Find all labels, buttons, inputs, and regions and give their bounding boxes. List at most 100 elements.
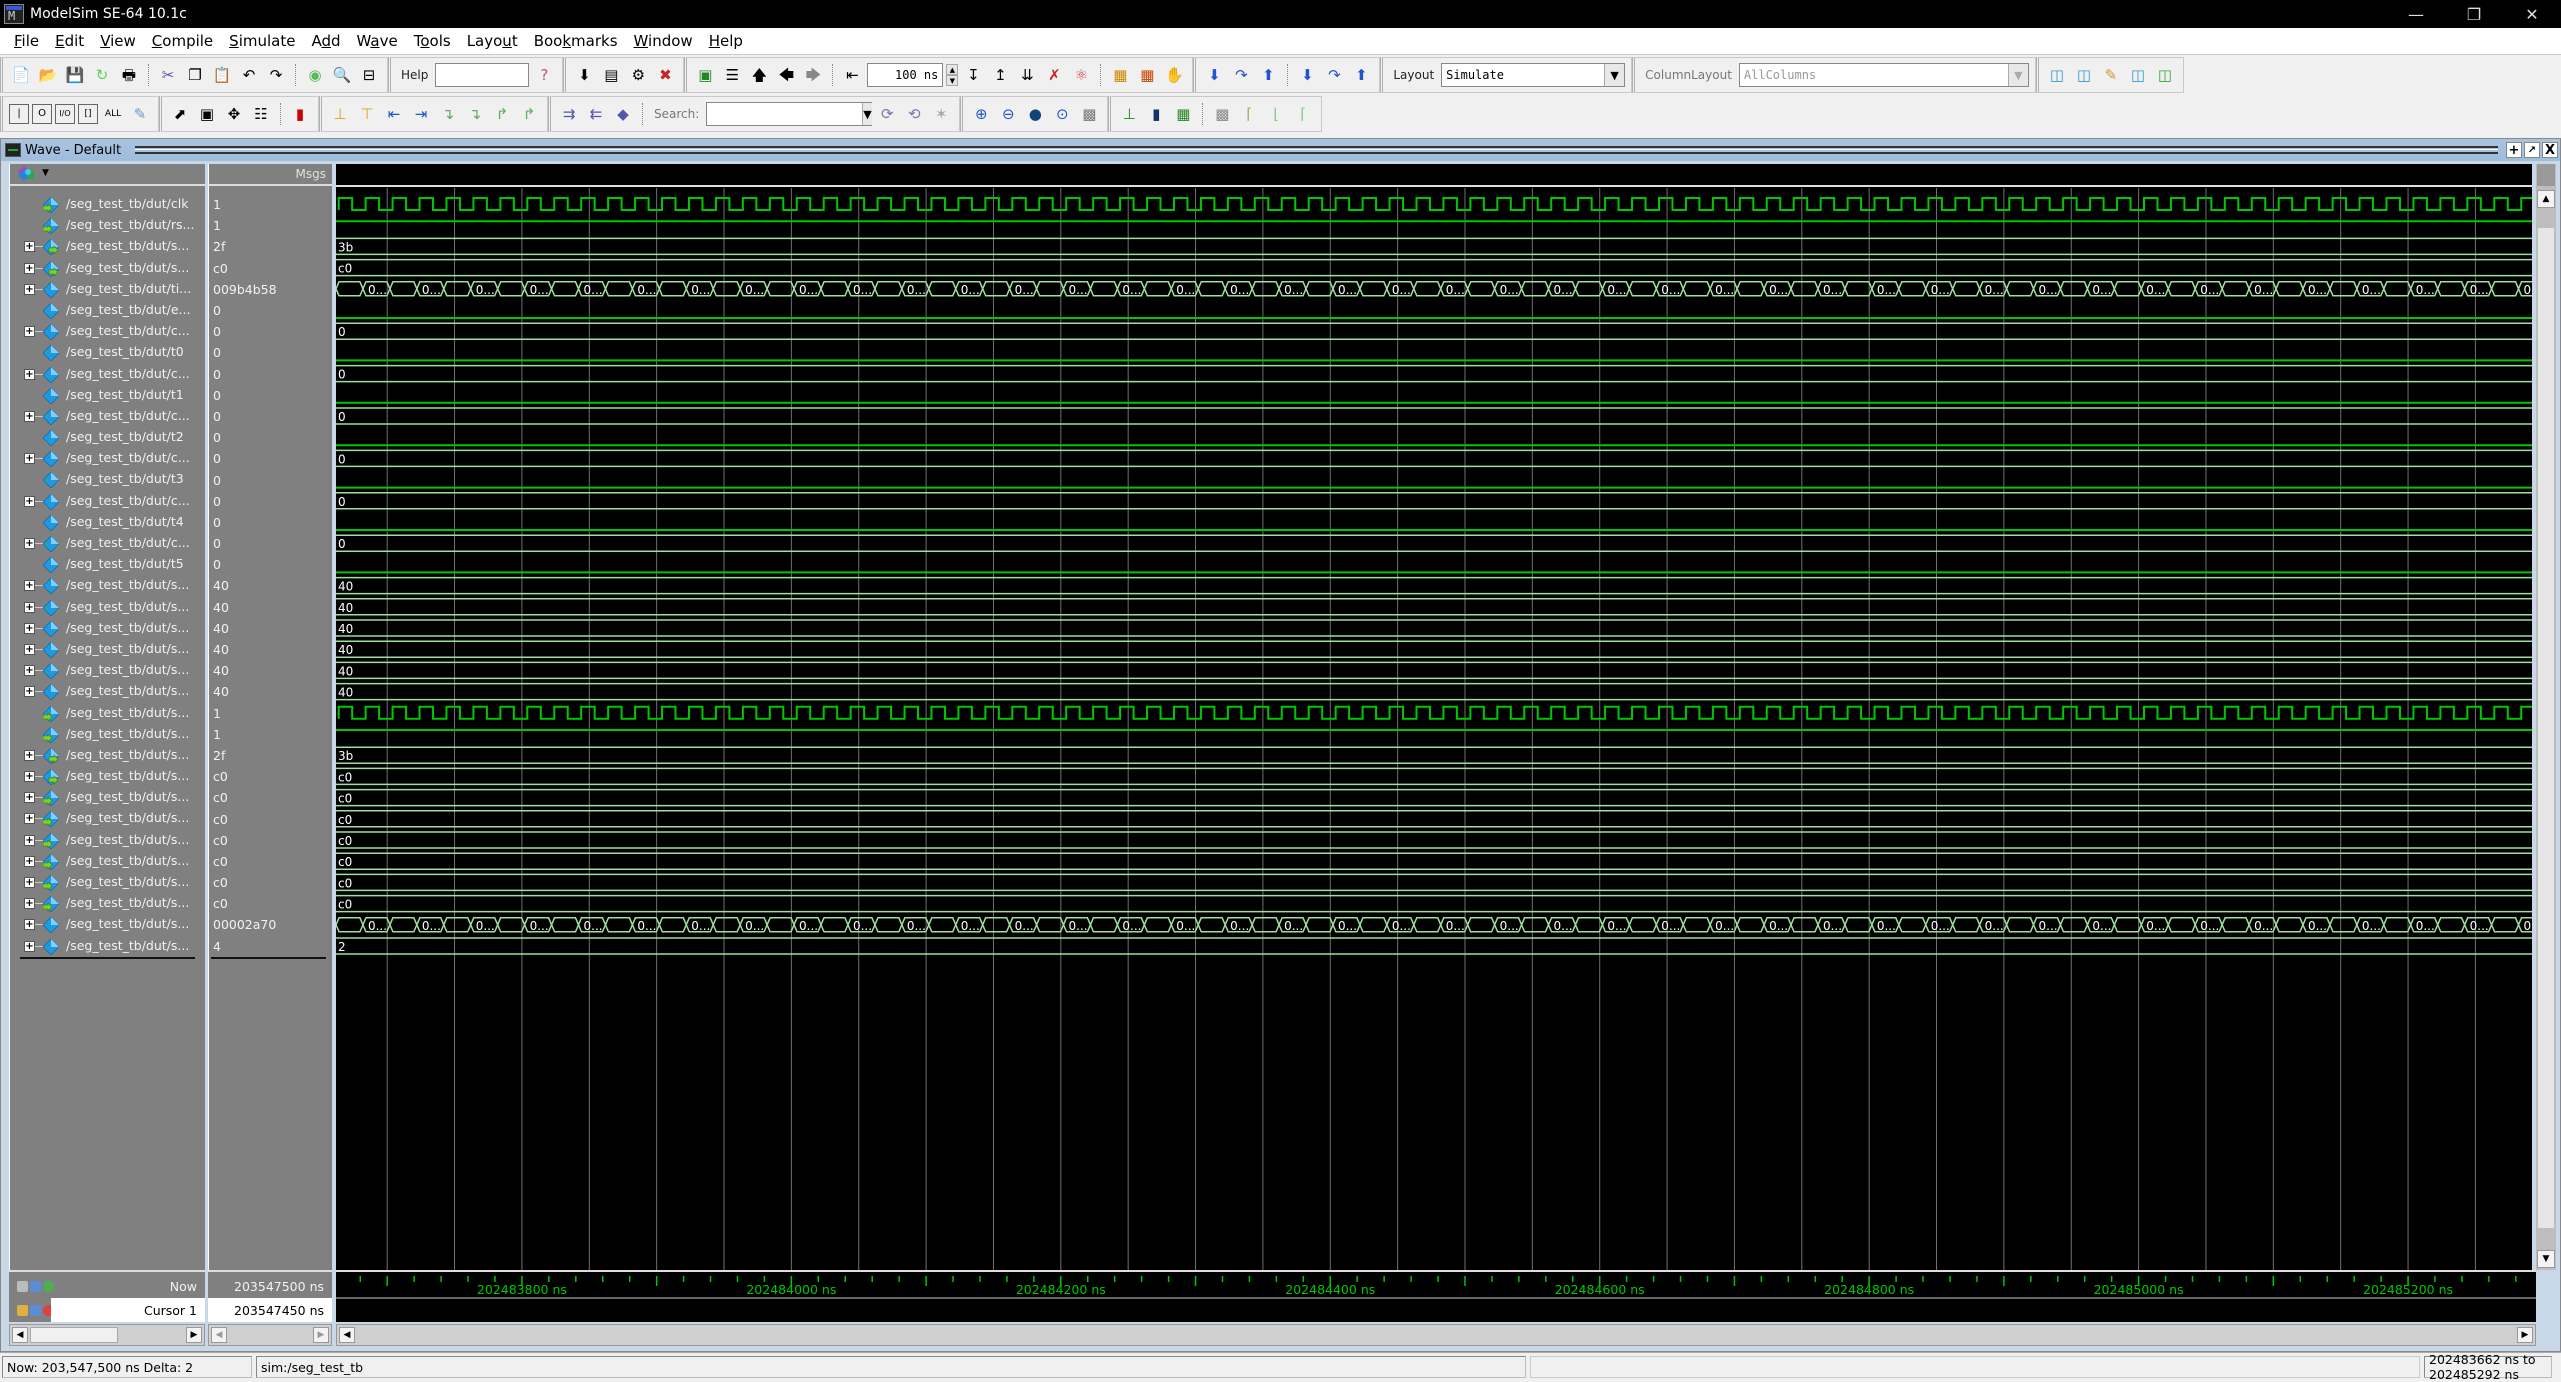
expand-icon[interactable]: +	[24, 262, 35, 274]
expand-time-icon[interactable]: ⇉	[557, 102, 581, 126]
chevron-down-icon[interactable]: ▼	[42, 168, 49, 178]
expand-icon[interactable]: +	[24, 538, 35, 549]
timeline-ruler[interactable]: 202483800 ns 202484000 ns 202484200 ns 2024…	[336, 1270, 2536, 1322]
literal-icon[interactable]: |	[9, 104, 29, 124]
wave-shade-icon[interactable]: ▩	[1210, 102, 1234, 126]
logic-icon[interactable]: O	[32, 104, 52, 124]
signal-row[interactable]: + /seg_test_tb/dut/s...	[10, 766, 205, 787]
reload-icon[interactable]: ↻	[90, 63, 114, 87]
undock-icon[interactable]: ↗	[2524, 142, 2540, 158]
step-over-current-icon[interactable]: ↷	[1322, 63, 1346, 87]
expand-icon[interactable]: +	[24, 877, 35, 888]
find-icon[interactable]: 🔍	[330, 63, 354, 87]
signal-row[interactable]: + /seg_test_tb/dut/s...	[10, 914, 205, 935]
collapse-time-icon[interactable]: ⇇	[584, 102, 608, 126]
menu-help[interactable]: Help	[701, 32, 751, 50]
vertical-scrollbar[interactable]: ▲ ▼	[2536, 164, 2556, 1270]
undo-icon[interactable]: ↶	[237, 63, 261, 87]
performance-profile-icon[interactable]: ▦	[1108, 63, 1132, 87]
signal-row[interactable]: + /seg_test_tb/dut/c...	[10, 533, 205, 554]
stop-icon[interactable]: ⚛	[1069, 63, 1093, 87]
hand-icon[interactable]: ✋	[1162, 63, 1186, 87]
expand-icon[interactable]: +	[24, 601, 35, 613]
step-out-icon[interactable]: ⬆	[1256, 63, 1280, 87]
scroll-down-icon[interactable]: ▼	[2537, 1250, 2555, 1268]
expand-icon[interactable]: +	[24, 580, 35, 592]
signal-row[interactable]: + /seg_test_tb/dut/s...	[10, 681, 205, 702]
expand-icon[interactable]: +	[24, 241, 35, 253]
signal-row[interactable]: + /seg_test_tb/dut/s...	[10, 258, 205, 279]
zoom-in-icon[interactable]: ⊕	[969, 102, 993, 126]
wave-edge1-icon[interactable]: ⌈	[1237, 102, 1261, 126]
new-file-icon[interactable]: 📄	[9, 63, 33, 87]
signal-row[interactable]: + /seg_test_tb/dut/c...	[10, 491, 205, 512]
simulate-icon[interactable]: ⚙	[626, 63, 650, 87]
signal-row[interactable]: /seg_test_tb/dut/clk	[10, 194, 205, 215]
edit-mode-icon[interactable]: ☷	[249, 102, 273, 126]
run-length-input[interactable]	[867, 63, 944, 87]
add-cursor-icon[interactable]	[17, 1280, 28, 1292]
minimize-button[interactable]: —	[2387, 0, 2445, 28]
menu-compile[interactable]: Compile	[144, 32, 221, 50]
restore-button[interactable]: ❐	[2445, 0, 2503, 28]
expand-icon[interactable]: +	[24, 283, 35, 295]
search-forward-icon[interactable]: ⟲	[902, 102, 926, 126]
expand-icon[interactable]: +	[24, 919, 35, 931]
delta-icon[interactable]: ◆	[611, 102, 635, 126]
expand-icon[interactable]: +	[24, 771, 35, 783]
signal-selector-icon[interactable]	[18, 166, 36, 182]
help-search-input[interactable]	[435, 63, 530, 87]
signal-row[interactable]: + /seg_test_tb/dut/s...	[10, 851, 205, 872]
menu-edit[interactable]: Edit	[47, 32, 92, 50]
stop-light-icon[interactable]: ▮	[288, 102, 312, 126]
internal-icon[interactable]: []	[78, 104, 98, 124]
save-icon[interactable]: 💾	[63, 63, 87, 87]
signal-row[interactable]: + /seg_test_tb/dut/s...	[10, 893, 205, 914]
expand-icon[interactable]: +	[24, 898, 35, 910]
redo-icon[interactable]: ↷	[264, 63, 288, 87]
cursor-1-value[interactable]: 203547450 ns	[208, 1298, 332, 1322]
expand-icon[interactable]: +	[24, 368, 35, 380]
signal-row[interactable]: + /seg_test_tb/dut/c...	[10, 448, 205, 469]
menu-file[interactable]: File	[6, 32, 47, 50]
paste-icon[interactable]: 📋	[210, 63, 234, 87]
signal-row[interactable]: + /seg_test_tb/dut/s...	[10, 575, 205, 596]
expand-icon[interactable]: +	[24, 834, 35, 846]
up-icon[interactable]: 🡅	[747, 63, 771, 87]
next-rising-icon[interactable]: ↱	[517, 102, 541, 126]
zoom-cursor-icon[interactable]: ⊙	[1050, 102, 1074, 126]
signal-row[interactable]: /seg_test_tb/dut/s...	[10, 724, 205, 745]
prev-rising-icon[interactable]: ↱	[490, 102, 514, 126]
waveform-canvas[interactable]: 3b c0 0... 0... 0... 0... 0... 0... 0... 0... 0...…	[336, 164, 2532, 1270]
signal-row[interactable]: + /seg_test_tb/dut/s...	[10, 787, 205, 808]
copy-icon[interactable]: ❐	[183, 63, 207, 87]
chevron-down-icon[interactable]: ▼	[1604, 64, 1625, 86]
expand-icon[interactable]: +	[24, 940, 35, 952]
run-all-icon[interactable]: ⇊	[1015, 63, 1039, 87]
wave-bus-icon[interactable]: ▦	[1171, 102, 1195, 126]
step-into-icon[interactable]: ⬇	[1202, 63, 1226, 87]
scroll-left-icon[interactable]: ◀	[339, 1327, 355, 1343]
search-options-icon[interactable]: ✶	[929, 102, 953, 126]
cursor-1-label[interactable]: Cursor 1	[51, 1298, 205, 1322]
search-combo[interactable]: ▼	[706, 102, 873, 126]
step-over-icon[interactable]: ↷	[1229, 63, 1253, 87]
wrench-icon[interactable]	[30, 1304, 41, 1316]
help-search-icon[interactable]: ?	[532, 63, 556, 87]
scroll-up-icon[interactable]: ▲	[2537, 190, 2555, 208]
wave-dataflow-icon[interactable]: ▮	[1144, 102, 1168, 126]
expand-icon[interactable]: +	[24, 622, 35, 634]
values-hscrollbar[interactable]: ◀ ▶	[208, 1324, 332, 1346]
signal-row[interactable]: + /seg_test_tb/dut/s...	[10, 745, 205, 766]
names-hscrollbar[interactable]: ◀ ▶	[9, 1324, 205, 1346]
break-icon[interactable]: ✖	[653, 63, 677, 87]
next-transition-icon[interactable]: ⇥	[409, 102, 433, 126]
signal-row[interactable]: + /seg_test_tb/dut/s...	[10, 808, 205, 829]
zoom-range-icon[interactable]: ▩	[1077, 102, 1101, 126]
compile-all-icon[interactable]: ⬇	[572, 63, 596, 87]
edit-window-icon[interactable]: ✎	[2099, 63, 2123, 87]
pan-mode-icon[interactable]: ✥	[222, 102, 246, 126]
signal-row[interactable]: + /seg_test_tb/dut/ti...	[10, 279, 205, 300]
search-back-icon[interactable]: ⟳	[875, 102, 899, 126]
dock-icon[interactable]: +	[2506, 142, 2522, 158]
